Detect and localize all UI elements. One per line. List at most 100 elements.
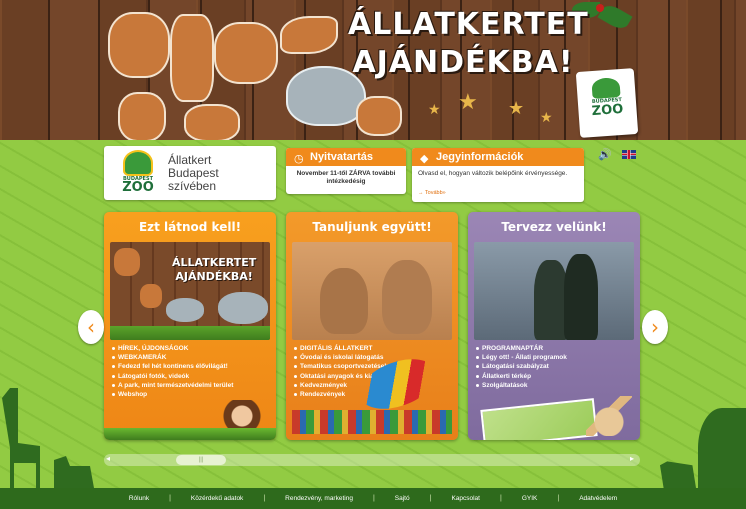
column-must-see[interactable]: Ezt látnod kell! ÁLLATKERTET AJÁNDÉKBA! …	[104, 212, 276, 440]
elephant-cookie	[166, 298, 204, 322]
column-title[interactable]: Ezt látnod kell!	[104, 212, 276, 240]
ticket-info-more-link[interactable]: → Tovább»	[418, 190, 446, 196]
visitors-image[interactable]	[474, 242, 634, 340]
list-item[interactable]: Webshop	[110, 390, 270, 399]
hero-zoo-logo: BUDAPEST ZOO	[575, 68, 639, 138]
list-item[interactable]: Szolgáltatások	[474, 381, 634, 390]
list-item[interactable]: PROGRAMNAPTÁR	[474, 344, 634, 353]
holly-berry	[596, 4, 604, 12]
zoo-logo[interactable]: BUDAPEST ZOO	[118, 148, 158, 198]
list-item[interactable]: DIGITÁLIS ÁLLATKERT	[292, 344, 452, 353]
list-item[interactable]: A park, mint természetvédelmi terület	[110, 381, 270, 390]
xmas-banner-image[interactable]: ÁLLATKERTET AJÁNDÉKBA!	[110, 242, 270, 340]
opening-hours-title: Nyitvatartás	[310, 151, 373, 163]
list-item[interactable]: Állatkerti térkép	[474, 372, 634, 381]
scrollbar-thumb[interactable]: |||	[176, 455, 226, 465]
banner-title-line2: AJÁNDÉKBA!	[175, 270, 253, 283]
footer-separator: |	[429, 495, 432, 502]
footer-separator: |	[169, 495, 171, 502]
footer-link-faq[interactable]: GYIK	[522, 495, 538, 502]
opening-hours-box[interactable]: ◷ Nyitvatartás November 11-től ZÁRVA tov…	[286, 148, 406, 194]
banner-title: ÁLLATKERTET AJÁNDÉKBA!	[172, 256, 256, 284]
ticket-info-text: Olvasd el, hogyan változik belépőink érv…	[418, 170, 568, 177]
footer: Rólunk | Közérdekű adatok | Rendezvény, …	[0, 488, 746, 509]
prairie-dog	[382, 260, 432, 334]
site-tagline: Állatkert Budapest szívében	[168, 154, 219, 193]
column-link-list: PROGRAMNAPTÁR Légy ott! - Állati program…	[474, 344, 634, 390]
elephant-cookie	[218, 292, 268, 324]
hedgehog-cookie-2	[356, 96, 402, 136]
column-plan-with-us[interactable]: Tervezz velünk! PROGRAMNAPTÁR Légy ott! …	[468, 212, 640, 440]
elephant-logo-icon	[591, 77, 621, 99]
logo-text-zoo: ZOO	[591, 101, 624, 120]
owl-cookie	[140, 284, 162, 308]
footer-link-contact[interactable]: Kapcsolat	[451, 495, 480, 502]
footer-separator: |	[263, 495, 266, 502]
list-item[interactable]: Látogatási szabályzat	[474, 362, 634, 371]
elephant-silhouette	[698, 408, 746, 488]
speaker-icon[interactable]: 🔊	[598, 148, 612, 161]
footer-nav: Rólunk | Közérdekű adatok | Rendezvény, …	[0, 488, 746, 509]
hedgehog-cookie	[184, 104, 240, 140]
column-learn-together[interactable]: Tanuljunk együtt! DIGITÁLIS ÁLLATKERT Óv…	[286, 212, 458, 440]
site-logo-box[interactable]: BUDAPEST ZOO Állatkert Budapest szívében	[104, 146, 276, 200]
hero-title: ÁLLATKERTET AJÁNDÉKBA!	[348, 6, 589, 82]
list-item[interactable]: Légy ott! - Állati programok	[474, 353, 634, 362]
prairie-dog	[320, 268, 368, 334]
clock-icon: ◷	[294, 152, 304, 165]
giraffe-cookie	[170, 14, 214, 102]
list-item[interactable]: Óvodai és iskolai látogatás	[292, 353, 452, 362]
column-title[interactable]: Tanuljunk együtt!	[286, 212, 458, 240]
prairie-dogs-image[interactable]	[292, 242, 452, 340]
footer-link-events[interactable]: Rendezvény, marketing	[285, 495, 353, 502]
footer-separator: |	[499, 495, 502, 502]
chevron-left-icon: ‹	[87, 315, 95, 339]
ticket-info-box[interactable]: ◆ Jegyinformációk Olvasd el, hogyan vált…	[412, 148, 584, 202]
footer-link-privacy[interactable]: Adatvédelem	[579, 495, 617, 502]
fennec-fox-image	[586, 396, 632, 436]
footer-link-press[interactable]: Sajtó	[395, 495, 410, 502]
opening-hours-header[interactable]: ◷ Nyitvatartás	[286, 148, 406, 166]
footer-link-public-data[interactable]: Közérdekű adatok	[191, 495, 243, 502]
ticket-icon: ◆	[420, 152, 429, 165]
scroll-right-arrow[interactable]: ▸	[630, 454, 634, 463]
logo-text-zoo: ZOO	[122, 180, 154, 195]
reindeer-cookie	[108, 12, 170, 78]
hero-title-line1: ÁLLATKERTET	[348, 7, 589, 42]
star-icon: ★	[458, 90, 478, 115]
star-icon: ★	[540, 110, 553, 126]
reindeer-cookie	[114, 248, 140, 276]
owl-cookie	[118, 92, 166, 140]
uk-flag-icon[interactable]	[622, 150, 636, 159]
ticket-info-title: Jegyinformációk	[436, 151, 524, 163]
visitor-figure	[564, 254, 598, 340]
books-image	[292, 410, 452, 434]
column-title[interactable]: Tervezz velünk!	[468, 212, 640, 240]
zoo-map-image	[480, 398, 598, 440]
hero-title-line2: AJÁNDÉKBA!	[352, 45, 574, 80]
elephant-logo-icon	[123, 150, 153, 176]
scroll-left-arrow[interactable]: ◂	[106, 454, 110, 463]
opening-hours-text: November 11-től ZÁRVA további intézkedés…	[296, 170, 396, 185]
list-item[interactable]: WEBKAMERÁK	[110, 353, 270, 362]
scrollbar-grip: |||	[198, 457, 204, 463]
column-link-list: HÍREK, ÚJDONSÁGOK WEBKAMERÁK Fedezd fel …	[110, 344, 270, 399]
grass-decoration	[110, 326, 270, 340]
star-icon: ★	[428, 102, 441, 118]
list-item[interactable]: HÍREK, ÚJDONSÁGOK	[110, 344, 270, 353]
tagline-line: szívében	[168, 179, 217, 193]
star-icon: ★	[508, 98, 525, 119]
list-item[interactable]: Látogatói fotók, videók	[110, 372, 270, 381]
grass-decoration	[104, 428, 276, 440]
carousel-prev-button[interactable]: ‹	[78, 310, 104, 344]
moose-cookie	[214, 22, 278, 84]
list-item[interactable]: Fedezd fel hét kontinens élővilágát!	[110, 362, 270, 371]
banner-title-line1: ÁLLATKERTET	[172, 256, 257, 269]
footer-link-about[interactable]: Rólunk	[129, 495, 149, 502]
chevron-right-icon: ›	[651, 315, 659, 339]
footer-separator: |	[557, 495, 560, 502]
visitor-figure	[534, 260, 568, 340]
ticket-info-header[interactable]: ◆ Jegyinformációk	[412, 148, 584, 166]
carousel-next-button[interactable]: ›	[642, 310, 668, 344]
hero-banner[interactable]: ★ ★ ★ ★ ÁLLATKERTET AJÁNDÉKBA! BUDAPEST …	[0, 0, 746, 140]
